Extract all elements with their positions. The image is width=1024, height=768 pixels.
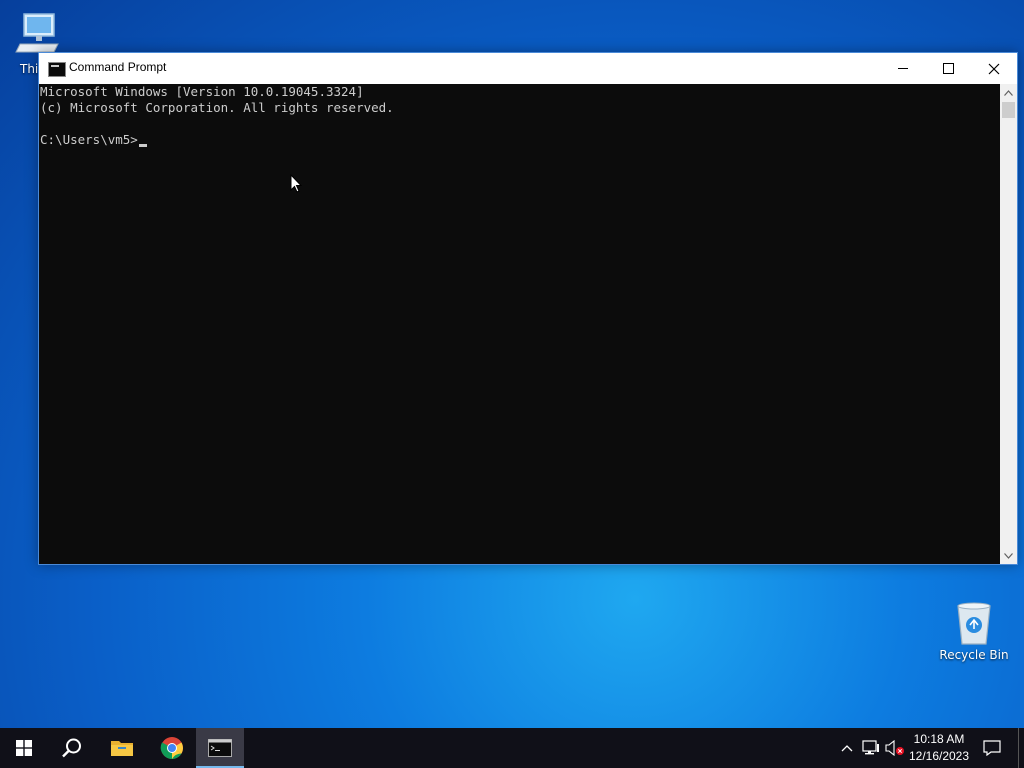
close-icon xyxy=(988,63,1000,74)
console-line: Microsoft Windows [Version 10.0.19045.33… xyxy=(40,84,364,99)
desktop-icon-label: Recycle Bin xyxy=(939,648,1009,662)
show-desktop-button[interactable] xyxy=(1018,728,1019,768)
volume-button[interactable] xyxy=(884,728,906,768)
file-explorer-button[interactable] xyxy=(98,728,146,768)
network-button[interactable] xyxy=(860,728,882,768)
taskbar: 10:18 AM 12/16/2023 xyxy=(0,728,1024,768)
computer-icon xyxy=(15,13,59,53)
chevron-up-icon xyxy=(841,745,853,752)
title-bar[interactable]: Command Prompt xyxy=(39,53,1017,84)
show-hidden-icons-button[interactable] xyxy=(837,728,857,768)
vertical-scrollbar[interactable] xyxy=(1000,84,1017,564)
scroll-up-button[interactable] xyxy=(1000,84,1017,101)
search-button[interactable] xyxy=(48,728,96,768)
chevron-down-icon xyxy=(1004,552,1013,559)
chrome-button[interactable] xyxy=(148,728,196,768)
clock-date: 12/16/2023 xyxy=(908,749,970,763)
file-explorer-icon xyxy=(111,741,133,756)
scroll-down-button[interactable] xyxy=(1000,547,1017,564)
console-output[interactable]: Microsoft Windows [Version 10.0.19045.33… xyxy=(39,84,1000,564)
network-icon xyxy=(862,740,879,755)
window-title: Command Prompt xyxy=(69,60,167,74)
notification-icon xyxy=(983,740,1001,756)
maximize-button[interactable] xyxy=(925,53,971,84)
volume-muted-icon xyxy=(885,740,904,756)
console-prompt: C:\Users\vm5> xyxy=(40,132,138,147)
start-button[interactable] xyxy=(0,728,48,768)
clock[interactable]: 10:18 AM 12/16/2023 xyxy=(906,731,972,765)
windows-start-icon xyxy=(16,740,32,756)
command-prompt-taskbar-button[interactable] xyxy=(196,728,244,768)
action-center-button[interactable] xyxy=(980,728,1004,768)
scroll-thumb[interactable] xyxy=(1002,102,1015,118)
console-prompt-line: C:\Users\vm5> xyxy=(40,132,147,148)
search-icon xyxy=(62,738,81,758)
chevron-up-icon xyxy=(1004,89,1013,96)
desktop-icon-this-pc[interactable]: This xyxy=(2,8,74,76)
command-prompt-window: Command Prompt Microsoft Windows [Versio… xyxy=(38,52,1018,565)
close-button[interactable] xyxy=(971,53,1017,84)
command-prompt-icon xyxy=(208,739,232,757)
mouse-pointer-icon xyxy=(290,174,302,193)
minimize-icon xyxy=(898,68,908,69)
maximize-icon xyxy=(942,63,954,74)
minimize-button[interactable] xyxy=(880,53,926,84)
console-line: (c) Microsoft Corporation. All rights re… xyxy=(40,100,394,115)
text-cursor xyxy=(138,144,147,147)
command-prompt-icon xyxy=(48,62,66,77)
chrome-icon xyxy=(160,737,183,759)
desktop-icon-recycle-bin[interactable]: Recycle Bin xyxy=(938,600,1010,662)
clock-time: 10:18 AM xyxy=(913,732,965,746)
recycle-bin-icon xyxy=(957,602,991,645)
